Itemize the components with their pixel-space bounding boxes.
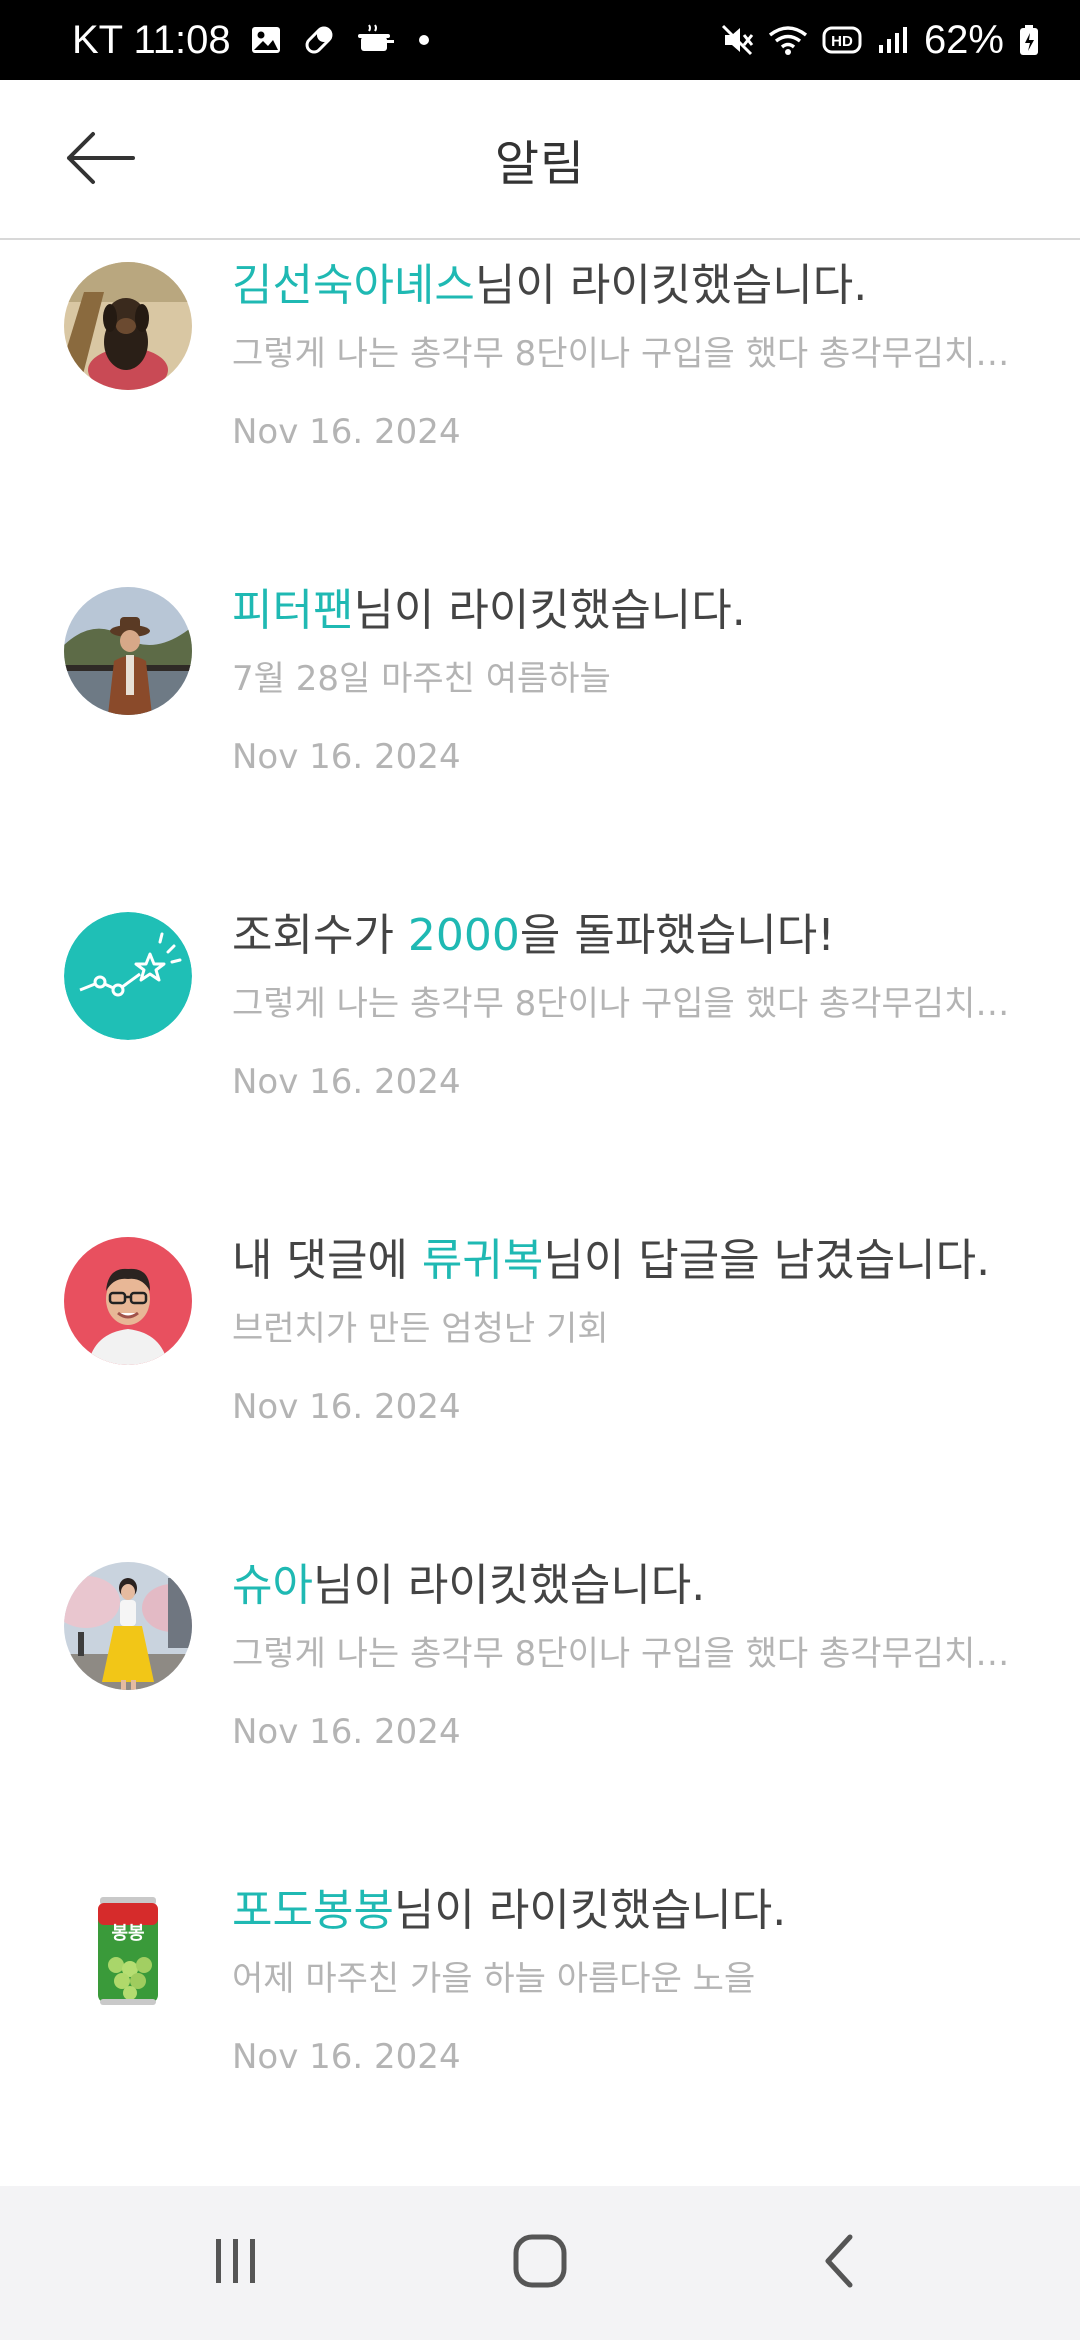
status-left: KT 11:08 — [72, 0, 429, 80]
svg-text:HD: HD — [831, 33, 853, 50]
hd-icon: HD — [822, 24, 862, 56]
notification-action: 님이 라이킷했습니다. — [312, 1560, 706, 1611]
notification-date: Nov 16. 2024 — [232, 737, 461, 777]
notification-list: 김선숙아녜스님이 라이킷했습니다. 그렇게 나는 총각무 8단이나 구입을 했다… — [0, 240, 1080, 2190]
notification-item[interactable]: 내 댓글에 류귀복님이 답글을 남겼습니다. 브런치가 만든 엄청난 기회 No… — [0, 1215, 1080, 1540]
notification-title: 김선숙아녜스님이 라이킷했습니다. — [232, 254, 1020, 318]
notification-text: 포도봉봉님이 라이킷했습니다. 어제 마주친 가을 하늘 아름다운 노을 Nov… — [232, 1879, 1020, 2081]
notification-date: Nov 16. 2024 — [232, 1712, 461, 1752]
notification-action: 님이 답글을 남겼습니다. — [543, 1235, 991, 1286]
notification-title: 포도봉봉님이 라이킷했습니다. — [232, 1879, 1020, 1943]
cooking-pot-icon — [355, 23, 395, 57]
user-name[interactable]: 슈아 — [232, 1560, 313, 1611]
notification-dot-icon — [418, 35, 429, 45]
user-name[interactable]: 류귀복 — [422, 1235, 543, 1286]
notification-item[interactable]: 봉봉 포도봉봉님이 라이킷했습니다. 어제 마주친 가을 하늘 아름다운 노을 … — [0, 1865, 1080, 2190]
avatar — [64, 1237, 192, 1365]
notification-date: Nov 16. 2024 — [232, 412, 461, 452]
notification-prefix: 내 댓글에 — [232, 1235, 422, 1286]
recent-apps-icon — [206, 2233, 266, 2293]
user-name[interactable]: 포도봉봉 — [232, 1885, 394, 1936]
signal-icon — [876, 23, 910, 57]
notification-date: Nov 16. 2024 — [232, 2037, 461, 2077]
status-right: HD 62% — [720, 0, 1040, 80]
status-time: KT 11:08 — [72, 17, 231, 62]
system-back-button[interactable] — [762, 2186, 922, 2340]
notification-text: 피터팬님이 라이킷했습니다. 7월 28일 마주친 여름하늘 Nov 16. 2… — [232, 579, 1020, 781]
avatar — [64, 1562, 192, 1690]
mute-icon — [720, 23, 754, 57]
notification-text: 조회수가 2000을 돌파했습니다! 그렇게 나는 총각무 8단이나 구입을 했… — [232, 904, 1020, 1106]
notification-subtitle: 브런치가 만든 엄청난 기회 — [232, 1309, 609, 1349]
system-nav-bar — [0, 2186, 1080, 2340]
page-title: 알림 — [494, 136, 586, 192]
status-bar: KT 11:08 HD 62% — [0, 0, 1080, 80]
avatar — [64, 587, 192, 715]
notification-text: 슈아님이 라이킷했습니다. 그렇게 나는 총각무 8단이나 구입을 했다 총각무… — [232, 1554, 1020, 1756]
battery-percent: 62% — [923, 17, 1004, 62]
notification-item[interactable]: 조회수가 2000을 돌파했습니다! 그렇게 나는 총각무 8단이나 구입을 했… — [0, 890, 1080, 1215]
grape-can-image: 봉봉 — [64, 1887, 192, 2015]
gallery-icon — [249, 23, 283, 57]
notification-prefix: 조회수가 — [232, 910, 408, 961]
notification-action: 님이 라이킷했습니다. — [353, 585, 746, 636]
notification-title: 슈아님이 라이킷했습니다. — [232, 1554, 1020, 1618]
views-milestone-icon — [64, 912, 192, 1040]
notification-item[interactable]: 피터팬님이 라이킷했습니다. 7월 28일 마주친 여름하늘 Nov 16. 2… — [0, 565, 1080, 890]
user-name[interactable]: 피터팬 — [232, 585, 353, 636]
view-count: 2000 — [407, 910, 520, 961]
notification-subtitle: 어제 마주친 가을 하늘 아름다운 노을 — [232, 1959, 756, 1999]
user-name[interactable]: 김선숙아녜스 — [232, 260, 475, 311]
can-logo-text: 봉봉 — [111, 1923, 144, 1944]
notification-action: 님이 라이킷했습니다. — [474, 260, 868, 311]
notification-title: 피터팬님이 라이킷했습니다. — [232, 579, 1020, 643]
back-icon — [812, 2231, 872, 2295]
notification-subtitle: 그렇게 나는 총각무 8단이나 구입을 했다 총각무김치 담그기 — [232, 1634, 1020, 1674]
pill-icon — [301, 22, 337, 58]
notification-suffix: 을 돌파했습니다! — [519, 910, 835, 961]
recent-apps-button[interactable] — [156, 2186, 316, 2340]
notification-item[interactable]: 김선숙아녜스님이 라이킷했습니다. 그렇게 나는 총각무 8단이나 구입을 했다… — [0, 240, 1080, 565]
notification-item[interactable]: 슈아님이 라이킷했습니다. 그렇게 나는 총각무 8단이나 구입을 했다 총각무… — [0, 1540, 1080, 1865]
avatar — [64, 262, 192, 390]
wifi-icon — [768, 23, 808, 57]
notifications-screen: KT 11:08 HD 62% 알림 김선숙아녜스님이 라이킷했습니다. 그렇게… — [0, 0, 1080, 2340]
notification-title: 내 댓글에 류귀복님이 답글을 남겼습니다. — [232, 1229, 1020, 1293]
notification-date: Nov 16. 2024 — [232, 1387, 461, 1427]
notification-title: 조회수가 2000을 돌파했습니다! — [232, 904, 1020, 968]
home-button[interactable] — [460, 2186, 620, 2340]
home-icon — [510, 2231, 570, 2295]
notification-text: 김선숙아녜스님이 라이킷했습니다. 그렇게 나는 총각무 8단이나 구입을 했다… — [232, 254, 1020, 456]
notification-subtitle: 7월 28일 마주친 여름하늘 — [232, 659, 611, 699]
notification-text: 내 댓글에 류귀복님이 답글을 남겼습니다. 브런치가 만든 엄청난 기회 No… — [232, 1229, 1020, 1431]
notification-date: Nov 16. 2024 — [232, 1062, 461, 1102]
app-header: 알림 — [0, 80, 1080, 240]
battery-icon — [1018, 23, 1040, 57]
notification-subtitle: 그렇게 나는 총각무 8단이나 구입을 했다 총각무김치 담그기 — [232, 984, 1020, 1024]
notification-action: 님이 라이킷했습니다. — [393, 1885, 787, 1936]
notification-subtitle: 그렇게 나는 총각무 8단이나 구입을 했다 총각무김치 담그기 — [232, 334, 1020, 374]
